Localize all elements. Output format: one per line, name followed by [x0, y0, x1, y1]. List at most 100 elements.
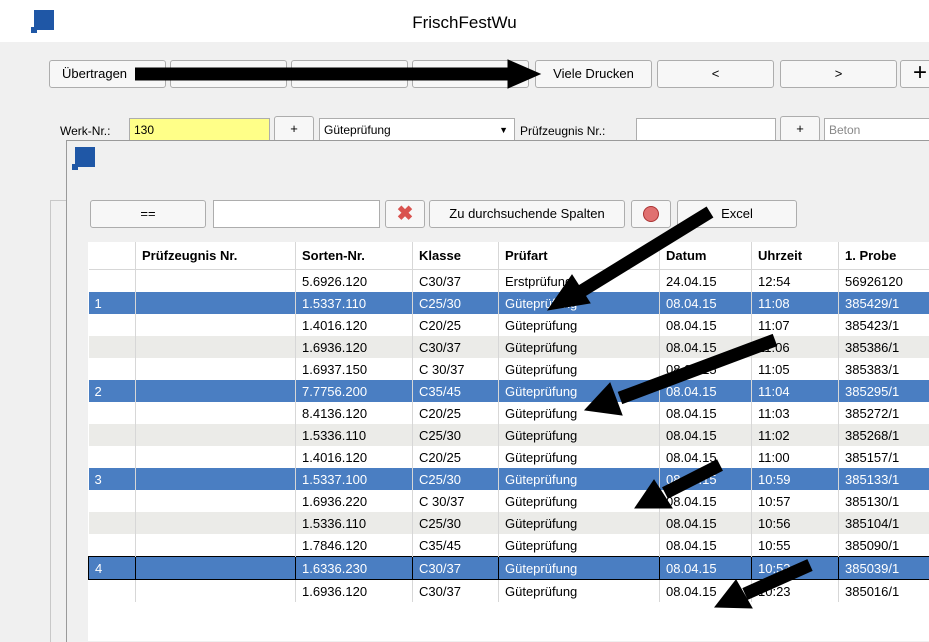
table-cell — [89, 270, 136, 293]
table-cell: 1.6937.150 — [296, 358, 413, 380]
table-cell: 08.04.15 — [660, 402, 752, 424]
table-cell: 08.04.15 — [660, 580, 752, 603]
table-cell: C25/30 — [413, 424, 499, 446]
werk-plus-button[interactable]: + — [274, 116, 314, 142]
table-cell: 1.4016.120 — [296, 314, 413, 336]
table-cell: 11:07 — [752, 314, 839, 336]
table-cell: Güteprüfung — [499, 557, 660, 580]
column-header[interactable]: Datum — [660, 242, 752, 270]
table-cell: Güteprüfung — [499, 336, 660, 358]
table-cell: Güteprüfung — [499, 580, 660, 603]
toolbar-button-4[interactable] — [412, 60, 529, 88]
table-cell: 11:04 — [752, 380, 839, 402]
table-row[interactable]: 1.6936.120C30/37Güteprüfung08.04.1511:06… — [89, 336, 929, 358]
table-cell: 56926120 — [839, 270, 929, 293]
column-header[interactable]: Sorten-Nr. — [296, 242, 413, 270]
werk-input[interactable]: 130 — [129, 118, 270, 142]
beton-input[interactable]: Beton — [824, 118, 929, 142]
table-cell: 08.04.15 — [660, 446, 752, 468]
toolbar-button-2[interactable] — [170, 60, 287, 88]
table-cell: C30/37 — [413, 580, 499, 603]
table-row[interactable]: 5.6926.120C30/37Erstprüfung24.04.1512:54… — [89, 270, 929, 293]
toolbar-button-3[interactable] — [291, 60, 408, 88]
table-cell: C20/25 — [413, 402, 499, 424]
table-cell — [89, 534, 136, 557]
table-cell: 385386/1 — [839, 336, 929, 358]
column-header[interactable] — [89, 242, 136, 270]
table-cell — [136, 557, 296, 580]
table-cell: 1.6936.120 — [296, 336, 413, 358]
table-cell: C 30/37 — [413, 358, 499, 380]
table-cell — [136, 580, 296, 603]
table-cell: 3 — [89, 468, 136, 490]
table-cell: C 30/37 — [413, 490, 499, 512]
pruefzeugnis-plus-button[interactable]: + — [780, 116, 820, 142]
table-row[interactable]: 1.6936.120C30/37Güteprüfung08.04.1510:23… — [89, 580, 929, 603]
excel-button[interactable]: Excel — [677, 200, 797, 228]
table-row[interactable]: 8.4136.120C20/25Güteprüfung08.04.1511:03… — [89, 402, 929, 424]
results-table[interactable]: Prüfzeugnis Nr.Sorten-Nr.KlassePrüfartDa… — [88, 242, 929, 641]
table-row[interactable]: 31.5337.100C25/30Güteprüfung08.04.1510:5… — [89, 468, 929, 490]
previous-button[interactable]: < — [657, 60, 774, 88]
werk-label: Werk-Nr.: — [60, 124, 110, 138]
table-cell — [89, 358, 136, 380]
table-cell — [89, 490, 136, 512]
table-row[interactable]: 1.5336.110C25/30Güteprüfung08.04.1511:02… — [89, 424, 929, 446]
table-cell: 11:02 — [752, 424, 839, 446]
column-header[interactable]: 1. Probe — [839, 242, 929, 270]
table-cell: 385157/1 — [839, 446, 929, 468]
column-header[interactable]: Prüfzeugnis Nr. — [136, 242, 296, 270]
table-cell: C30/37 — [413, 336, 499, 358]
table-cell: 11:08 — [752, 292, 839, 314]
table-cell — [136, 292, 296, 314]
operator-button[interactable]: == — [90, 200, 206, 228]
columns-button[interactable]: Zu durchsuchende Spalten — [429, 200, 625, 228]
table-row[interactable]: 1.5336.110C25/30Güteprüfung08.04.1510:56… — [89, 512, 929, 534]
table-row[interactable]: 11.5337.110C25/30Güteprüfung08.04.1511:0… — [89, 292, 929, 314]
table-cell — [89, 580, 136, 603]
table-row[interactable]: 1.6936.220C 30/37Güteprüfung08.04.1510:5… — [89, 490, 929, 512]
column-header[interactable]: Prüfart — [499, 242, 660, 270]
table-cell: 08.04.15 — [660, 534, 752, 557]
pruefart-select[interactable]: Güteprüfung ▼ — [319, 118, 515, 142]
table-cell: 2 — [89, 380, 136, 402]
pruefzeugnis-input[interactable] — [636, 118, 776, 142]
table-row[interactable]: 27.7756.200C35/45Güteprüfung08.04.1511:0… — [89, 380, 929, 402]
table-cell: C35/45 — [413, 380, 499, 402]
table-cell — [136, 490, 296, 512]
table-cell: 08.04.15 — [660, 292, 752, 314]
table-cell: C30/37 — [413, 270, 499, 293]
table-row[interactable]: 1.4016.120C20/25Güteprüfung08.04.1511:00… — [89, 446, 929, 468]
table-cell: 1.5337.110 — [296, 292, 413, 314]
table-cell: 385295/1 — [839, 380, 929, 402]
table-cell: 1.5336.110 — [296, 512, 413, 534]
table-cell: 1.5336.110 — [296, 424, 413, 446]
table-cell: C20/25 — [413, 314, 499, 336]
table-cell: 385268/1 — [839, 424, 929, 446]
table-cell: 385039/1 — [839, 557, 929, 580]
next-button[interactable]: > — [780, 60, 897, 88]
table-row[interactable]: 1.6937.150C 30/37Güteprüfung08.04.1511:0… — [89, 358, 929, 380]
column-header[interactable]: Klasse — [413, 242, 499, 270]
pruefzeugnis-label: Prüfzeugnis Nr.: — [520, 124, 605, 138]
column-header[interactable]: Uhrzeit — [752, 242, 839, 270]
uebertragen-button[interactable]: Übertragen — [49, 60, 166, 88]
table-cell: 10:55 — [752, 534, 839, 557]
filter-off-icon[interactable] — [631, 200, 671, 228]
add-button[interactable]: + — [900, 60, 929, 88]
table-cell: 4 — [89, 557, 136, 580]
table-cell: 10:23 — [752, 580, 839, 603]
table-cell: Erstprüfung — [499, 270, 660, 293]
table-cell — [136, 270, 296, 293]
table-cell: 385272/1 — [839, 402, 929, 424]
table-row[interactable]: 1.7846.120C35/45Güteprüfung08.04.1510:55… — [89, 534, 929, 557]
clear-icon[interactable]: ✖ — [385, 200, 425, 228]
table-cell: 1.7846.120 — [296, 534, 413, 557]
window-title: FrischFestWu — [0, 13, 929, 33]
table-cell: C30/37 — [413, 557, 499, 580]
viele-drucken-button[interactable]: Viele Drucken — [535, 60, 652, 88]
table-row[interactable]: 1.4016.120C20/25Güteprüfung08.04.1511:07… — [89, 314, 929, 336]
table-row[interactable]: 41.6336.230C30/37Güteprüfung08.04.1510:5… — [89, 557, 929, 580]
search-input[interactable] — [213, 200, 380, 228]
table-cell: Güteprüfung — [499, 512, 660, 534]
